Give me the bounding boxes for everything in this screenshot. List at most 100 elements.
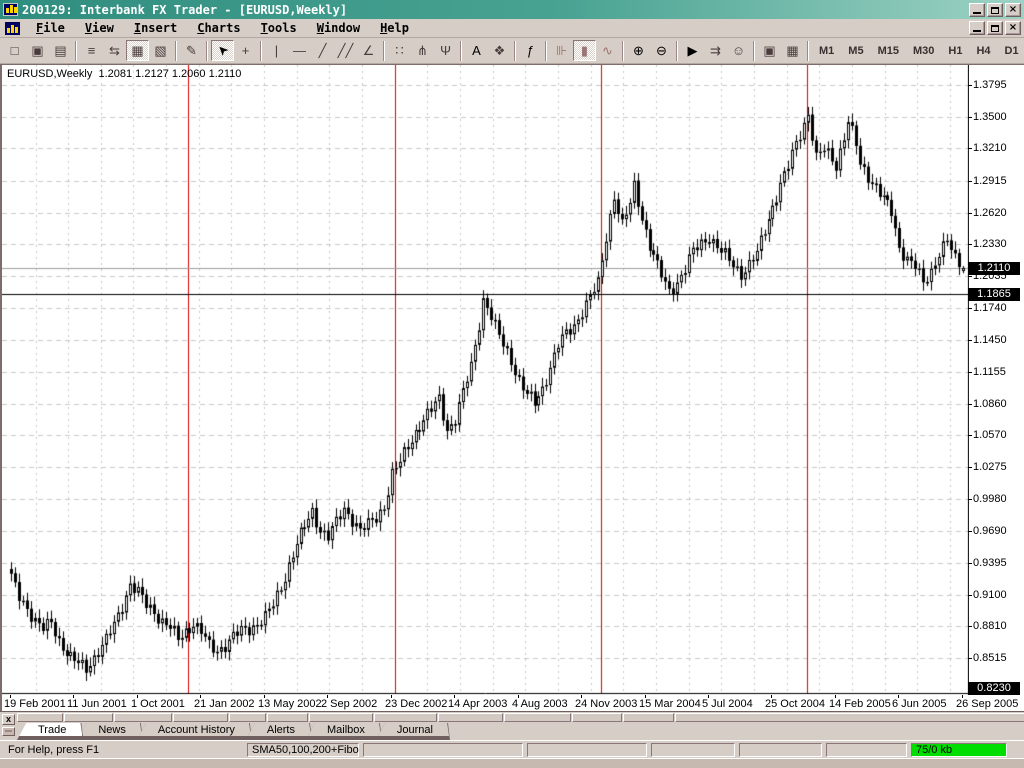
history-center-icon: ⇆ bbox=[109, 44, 120, 57]
window-close-button[interactable]: × bbox=[1005, 3, 1021, 17]
expert-advisors-button[interactable]: ☺ bbox=[727, 40, 750, 61]
price-chart-canvas[interactable] bbox=[2, 65, 969, 695]
trendline-button[interactable]: ╱ bbox=[311, 40, 334, 61]
table-header-cell bbox=[572, 713, 622, 722]
price-tick-label: 1.3210 bbox=[973, 142, 1023, 154]
candlestick-chart-icon: ▮ bbox=[581, 44, 588, 57]
chart-shift-button[interactable]: ⇉ bbox=[704, 40, 727, 61]
market-watch-button[interactable]: ≡ bbox=[80, 40, 103, 61]
price-tick-label: 1.0860 bbox=[973, 398, 1023, 410]
terminal-close-button[interactable]: x bbox=[2, 714, 15, 725]
timeframe-m15-button[interactable]: M15 bbox=[871, 41, 906, 61]
table-header-cell bbox=[438, 713, 503, 722]
cycle-lines-button[interactable]: Ψ bbox=[434, 40, 457, 61]
arrow-objects-button[interactable]: ❖ bbox=[488, 40, 511, 61]
andrews-pitchfork-button[interactable]: ⋔ bbox=[411, 40, 434, 61]
channel-button[interactable]: ╱╱ bbox=[334, 40, 357, 61]
chart-ohlc-readout: EURUSD,Weekly 1.2081 1.2127 1.2060 1.211… bbox=[7, 68, 241, 80]
vertical-line-button[interactable]: | bbox=[265, 40, 288, 61]
time-tick-label: 15 Mar 2004 bbox=[639, 698, 701, 710]
auto-scroll-button[interactable]: ▶ bbox=[681, 40, 704, 61]
price-tag: 0.8230 bbox=[968, 682, 1020, 695]
price-tick bbox=[968, 467, 972, 468]
time-tick-label: 23 Dec 2002 bbox=[385, 698, 447, 710]
window-tile-icon: ▦ bbox=[786, 44, 798, 57]
candlestick-chart-button[interactable]: ▮ bbox=[573, 40, 596, 61]
time-tick-label: 5 Jul 2004 bbox=[702, 698, 753, 710]
price-tick-label: 1.2330 bbox=[973, 238, 1023, 250]
price-tick-label: 0.8515 bbox=[973, 652, 1023, 664]
price-tick bbox=[968, 340, 972, 341]
crosshair-button[interactable]: + bbox=[234, 40, 257, 61]
price-tick-label: 1.2915 bbox=[973, 175, 1023, 187]
price-tick bbox=[968, 595, 972, 596]
table-header-cell bbox=[374, 713, 437, 722]
time-axis[interactable]: 19 Feb 200111 Jun 20011 Oct 200121 Jan 2… bbox=[2, 695, 1024, 711]
price-tick bbox=[968, 404, 972, 405]
window-minimize-button[interactable] bbox=[969, 3, 985, 17]
window-tile-button[interactable]: ▦ bbox=[781, 40, 804, 61]
terminal-tab-label: Journal bbox=[377, 722, 449, 736]
terminal-splitter-handle[interactable] bbox=[2, 727, 15, 736]
price-tick bbox=[968, 658, 972, 659]
timeframe-m1-button[interactable]: M1 bbox=[812, 41, 841, 61]
new-chart-window-button[interactable]: ▣ bbox=[758, 40, 781, 61]
terminal-tab-news[interactable]: News bbox=[77, 723, 143, 740]
horizontal-line-button[interactable]: — bbox=[288, 40, 311, 61]
terminal-tab-trade[interactable]: Trade bbox=[17, 723, 83, 740]
chart-window-icon[interactable] bbox=[5, 22, 20, 35]
text-label-button[interactable]: A bbox=[465, 40, 488, 61]
menu-charts[interactable]: Charts bbox=[187, 20, 250, 36]
line-chart-button[interactable]: ∿ bbox=[596, 40, 619, 61]
table-header-cell bbox=[267, 713, 308, 722]
terminal-tab-account-history[interactable]: Account History bbox=[137, 723, 252, 740]
menu-view[interactable]: View bbox=[75, 20, 124, 36]
menu-insert[interactable]: Insert bbox=[124, 20, 187, 36]
save-button[interactable]: ▣ bbox=[26, 40, 49, 61]
cursor-button[interactable]: ➤ bbox=[211, 40, 234, 61]
window-restore-button[interactable] bbox=[987, 3, 1003, 17]
terminal-tab-alerts[interactable]: Alerts bbox=[246, 723, 312, 740]
time-tick-label: 1 Oct 2001 bbox=[131, 698, 185, 710]
zoom-in-button[interactable]: ⊕ bbox=[627, 40, 650, 61]
menu-tools[interactable]: Tools bbox=[251, 20, 307, 36]
menu-window[interactable]: Window bbox=[307, 20, 370, 36]
price-tick bbox=[968, 531, 972, 532]
terminal-button[interactable]: ▦ bbox=[126, 40, 149, 61]
menu-help[interactable]: Help bbox=[370, 20, 419, 36]
menu-file[interactable]: File bbox=[26, 20, 75, 36]
history-center-button[interactable]: ⇆ bbox=[103, 40, 126, 61]
toolbar-separator bbox=[383, 41, 385, 61]
timeframe-h1-button[interactable]: H1 bbox=[941, 41, 969, 61]
price-tick bbox=[968, 117, 972, 118]
new-chart-icon: □ bbox=[11, 44, 19, 57]
time-tick-label: 13 May 2002 bbox=[258, 698, 322, 710]
vertical-line-icon: | bbox=[275, 44, 278, 57]
fibonacci-grid-button[interactable]: ∷ bbox=[388, 40, 411, 61]
fibonacci-retracement-button[interactable]: ∠ bbox=[357, 40, 380, 61]
bar-chart-button[interactable]: ⊪ bbox=[550, 40, 573, 61]
indicators-button[interactable]: ƒ bbox=[519, 40, 542, 61]
timeframe-m5-button[interactable]: M5 bbox=[841, 41, 870, 61]
new-order-button[interactable]: ✎ bbox=[180, 40, 203, 61]
timeframe-m30-button[interactable]: M30 bbox=[906, 41, 941, 61]
toolbar-separator bbox=[622, 41, 624, 61]
price-tick bbox=[968, 499, 972, 500]
chart-properties-icon: ▧ bbox=[154, 44, 166, 57]
time-tick-label: 6 Jun 2005 bbox=[892, 698, 946, 710]
timeframe-h4-button[interactable]: H4 bbox=[969, 41, 997, 61]
print-button[interactable]: ▤ bbox=[49, 40, 72, 61]
chart-properties-button[interactable]: ▧ bbox=[149, 40, 172, 61]
child-minimize-button[interactable] bbox=[969, 21, 985, 35]
status-panel-3 bbox=[651, 743, 735, 757]
child-close-button[interactable]: × bbox=[1005, 21, 1021, 35]
child-restore-button[interactable] bbox=[987, 21, 1003, 35]
zoom-out-button[interactable]: ⊖ bbox=[650, 40, 673, 61]
terminal-tab-mailbox[interactable]: Mailbox bbox=[306, 723, 382, 740]
terminal-tab-journal[interactable]: Journal bbox=[376, 723, 450, 740]
new-chart-button[interactable]: □ bbox=[3, 40, 26, 61]
time-tick-label: 24 Nov 2003 bbox=[575, 698, 637, 710]
toolbar-separator bbox=[260, 41, 262, 61]
status-panel-4 bbox=[739, 743, 822, 757]
timeframe-d1-button[interactable]: D1 bbox=[998, 41, 1024, 61]
